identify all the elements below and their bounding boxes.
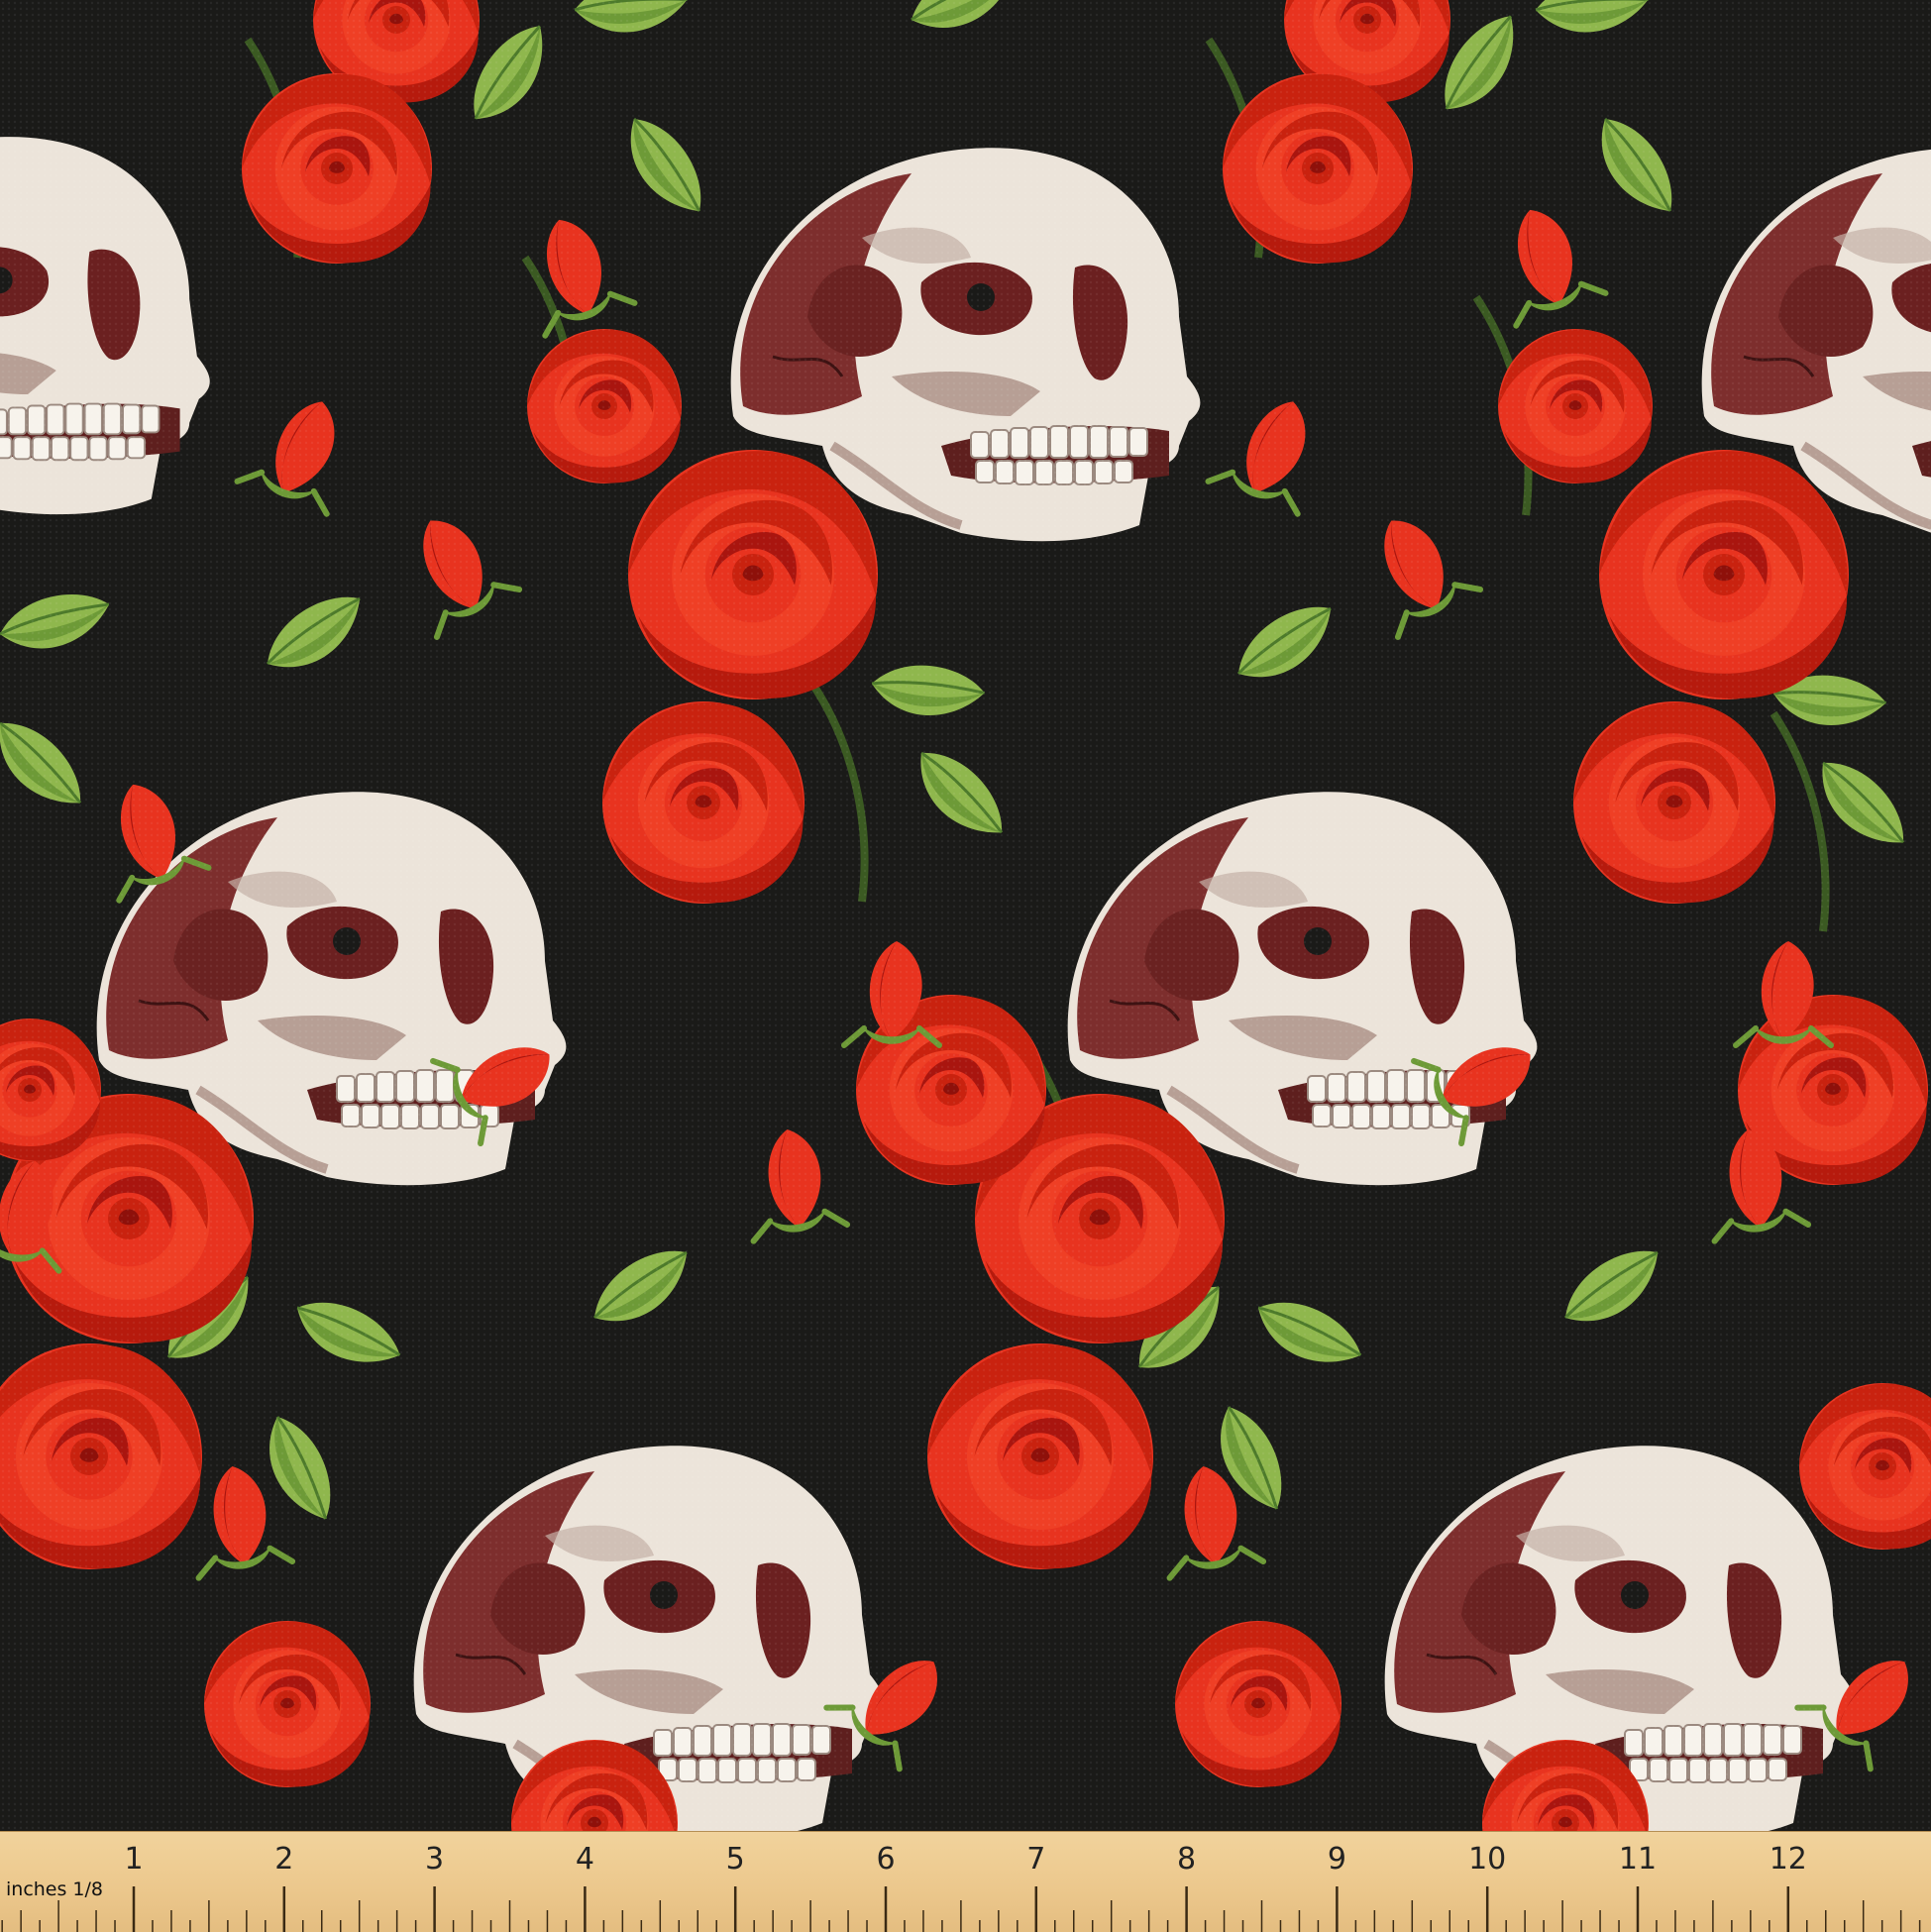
ruler-number: 2 [274,1842,294,1877]
ruler-number: 5 [725,1842,745,1877]
ruler-number: 1 [124,1842,144,1877]
ruler-number: 8 [1177,1842,1197,1877]
ruler-number: 4 [575,1842,594,1877]
ruler-number: 9 [1327,1842,1346,1877]
ruler-number: 12 [1769,1842,1807,1877]
ruler-number: 7 [1026,1842,1046,1877]
fabric-swatch [0,0,1931,1831]
ruler-number: 3 [425,1842,445,1877]
ruler-number: 6 [876,1842,896,1877]
ruler-number: 11 [1618,1842,1658,1877]
ruler-unit-label: inches 1/8 [6,1878,104,1900]
measuring-ruler: 1234567891011121 inches 1/8 [0,1831,1931,1932]
ruler-number: 10 [1468,1842,1507,1877]
